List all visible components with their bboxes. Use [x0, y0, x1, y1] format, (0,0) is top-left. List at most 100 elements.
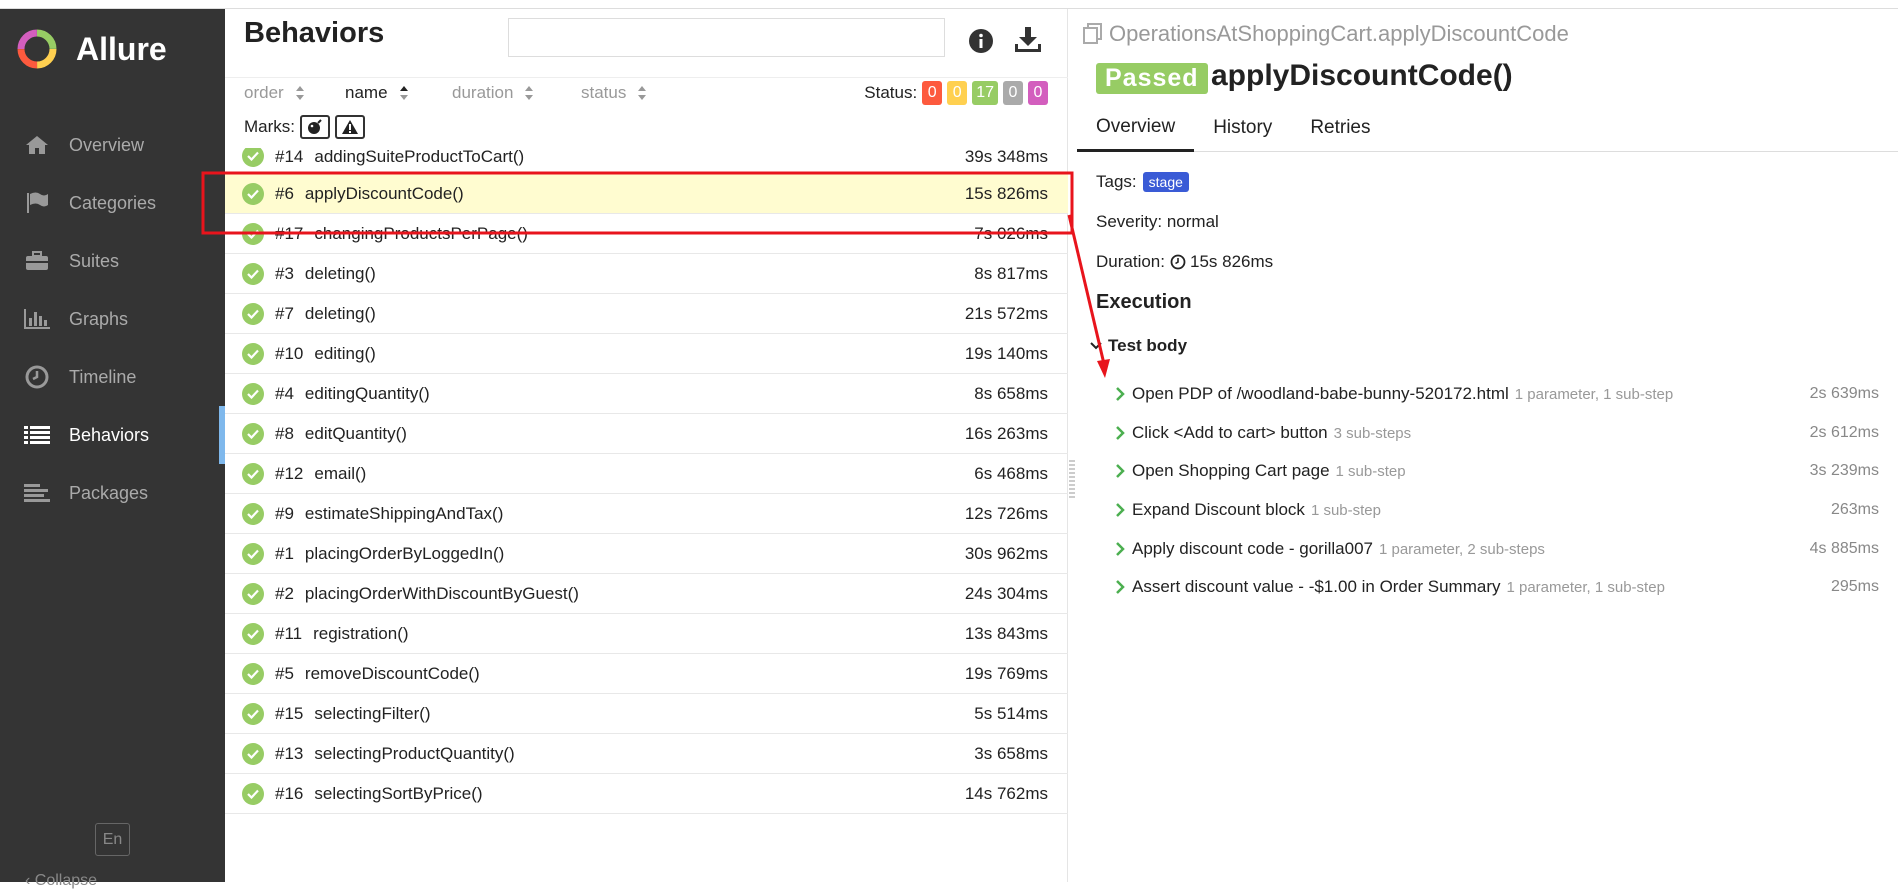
test-title: applyDiscountCode()	[1211, 59, 1513, 92]
test-number: #1	[275, 543, 294, 563]
sidebar-item-graphs[interactable]: Graphs	[0, 290, 225, 348]
passed-check-icon	[242, 422, 264, 445]
bar-chart-icon	[22, 304, 52, 334]
test-row[interactable]: #15 selectingFilter() 5s 514ms	[225, 694, 1068, 734]
status-badge: Passed	[1096, 63, 1208, 94]
sort-duration[interactable]: duration	[452, 78, 534, 108]
flaky-mark-toggle[interactable]	[300, 115, 330, 139]
brand[interactable]: Allure	[16, 28, 167, 70]
chevron-right-icon	[1116, 464, 1125, 478]
status-badge-broken[interactable]: 0	[947, 81, 968, 105]
collapse-button[interactable]: ‹ Collapse	[25, 872, 97, 890]
info-icon[interactable]	[968, 28, 994, 59]
test-row[interactable]: #17 changingProductsPerPage() 7s 026ms	[225, 214, 1068, 254]
warning-icon	[342, 120, 358, 134]
sort-icon	[295, 86, 304, 100]
home-icon	[22, 130, 52, 160]
briefcase-icon	[22, 246, 52, 276]
breadcrumb: OperationsAtShoppingCart.applyDiscountCo…	[1083, 21, 1569, 47]
execution-step[interactable]: Expand Discount block 1 sub-step 263ms	[1115, 495, 1879, 525]
test-row[interactable]: #11 registration() 13s 843ms	[225, 614, 1068, 654]
test-row[interactable]: #7 deleting() 21s 572ms	[225, 294, 1068, 334]
sort-name[interactable]: name	[345, 78, 409, 108]
test-row[interactable]: #16 selectingSortByPrice() 14s 762ms	[225, 774, 1068, 814]
test-name: registration()	[313, 623, 409, 643]
test-duration: 6s 468ms	[974, 463, 1048, 483]
sidebar-item-label: Behaviors	[69, 424, 150, 445]
test-number: #7	[275, 303, 294, 323]
sort-order-label: order	[244, 83, 284, 102]
status-badge-skipped[interactable]: 0	[1003, 81, 1023, 105]
new-failed-mark-toggle[interactable]	[335, 115, 365, 139]
execution-step[interactable]: Assert discount value - -$1.00 in Order …	[1115, 572, 1879, 602]
list-icon	[22, 420, 52, 450]
detail-tabs: Overview History Retries	[1077, 104, 1898, 152]
test-duration: 16s 263ms	[964, 423, 1048, 443]
sort-bar: order name duration status Status: 0 0 1…	[225, 77, 1068, 107]
test-name: applyDiscountCode()	[304, 183, 464, 203]
test-row[interactable]: #6 applyDiscountCode() 15s 826ms	[225, 174, 1068, 214]
bomb-icon	[308, 119, 322, 134]
step-name: Click <Add to cart> button	[1132, 423, 1328, 442]
sidebar-item-label: Graphs	[69, 308, 129, 329]
test-row[interactable]: #4 editingQuantity() 8s 658ms	[225, 374, 1068, 414]
marks-filter: Marks:	[244, 115, 365, 139]
test-row[interactable]: #9 estimateShippingAndTax() 12s 726ms	[225, 494, 1068, 534]
language-button[interactable]: En	[95, 823, 130, 856]
test-duration: 24s 304ms	[964, 583, 1048, 603]
severity-row: Severity: normal	[1096, 212, 1219, 231]
test-number: #12	[275, 463, 304, 483]
pane-resize-handle[interactable]	[1069, 460, 1075, 500]
test-row[interactable]: #5 removeDiscountCode() 19s 769ms	[225, 654, 1068, 694]
test-row[interactable]: #12 email() 6s 468ms	[225, 454, 1068, 494]
test-row[interactable]: #3 deleting() 8s 817ms	[225, 254, 1068, 294]
test-body-toggle[interactable]: Test body	[1090, 336, 1187, 356]
step-duration: 4s 885ms	[1809, 540, 1879, 557]
execution-step[interactable]: Open Shopping Cart page 1 sub-step 3s 239m…	[1115, 456, 1879, 486]
status-badge-unknown[interactable]: 0	[1028, 81, 1048, 105]
test-row[interactable]: #10 editing() 19s 140ms	[225, 334, 1068, 374]
passed-check-icon	[242, 382, 264, 405]
test-row[interactable]: #14 addingSuiteProductToCart() 39s 348ms	[225, 148, 1068, 174]
test-duration: 21s 572ms	[964, 303, 1048, 323]
breadcrumb-text: OperationsAtShoppingCart.applyDiscountCo…	[1109, 21, 1569, 46]
test-duration: 13s 843ms	[964, 623, 1048, 643]
test-row[interactable]: #13 selectingProductQuantity() 3s 658ms	[225, 734, 1068, 774]
execution-step[interactable]: Open PDP of /woodland-babe-bunny-520172.…	[1115, 379, 1879, 409]
test-duration: 8s 658ms	[974, 383, 1048, 403]
sidebar-item-packages[interactable]: Packages	[0, 464, 225, 522]
test-duration: 12s 726ms	[964, 503, 1048, 523]
test-row[interactable]: #2 placingOrderWithDiscountByGuest() 24s 3…	[225, 574, 1068, 614]
search-input[interactable]	[508, 18, 945, 57]
download-icon[interactable]	[1013, 26, 1043, 59]
passed-check-icon	[242, 582, 264, 605]
step-substeps: 1 parameter, 1 sub-step	[1506, 578, 1665, 596]
duration-label: Duration:	[1096, 252, 1165, 271]
status-badge-passed[interactable]: 17	[972, 81, 998, 105]
test-name: placingOrderByLoggedIn()	[304, 543, 505, 563]
execution-step[interactable]: Apply discount code - gorilla007 1 parame…	[1115, 534, 1879, 564]
tab-history[interactable]: History	[1194, 104, 1291, 152]
execution-step[interactable]: Click <Add to cart> button 3 sub-steps 2s …	[1115, 418, 1879, 448]
status-badge-failed[interactable]: 0	[922, 81, 943, 105]
sidebar-item-overview[interactable]: Overview	[0, 116, 225, 174]
allure-logo-icon	[17, 29, 57, 69]
clock-icon	[22, 362, 52, 392]
test-number: #15	[275, 703, 304, 723]
sidebar-item-categories[interactable]: Categories	[0, 174, 225, 232]
tab-retries[interactable]: Retries	[1291, 104, 1389, 152]
sidebar-item-suites[interactable]: Suites	[0, 232, 225, 290]
sort-status[interactable]: status	[581, 78, 647, 108]
passed-check-icon	[242, 462, 264, 485]
copy-icon[interactable]	[1083, 23, 1103, 45]
sidebar-item-behaviors[interactable]: Behaviors	[0, 406, 225, 464]
test-row[interactable]: #8 editQuantity() 16s 263ms	[225, 414, 1068, 454]
sidebar-item-timeline[interactable]: Timeline	[0, 348, 225, 406]
test-row[interactable]: #1 placingOrderByLoggedIn() 30s 962ms	[225, 534, 1068, 574]
chevron-right-icon	[1116, 387, 1125, 401]
test-duration: 7s 026ms	[974, 223, 1048, 243]
tab-overview[interactable]: Overview	[1077, 104, 1195, 152]
test-name: selectingProductQuantity()	[314, 743, 515, 763]
test-name: placingOrderWithDiscountByGuest()	[304, 583, 579, 603]
sort-order[interactable]: order	[244, 78, 305, 108]
